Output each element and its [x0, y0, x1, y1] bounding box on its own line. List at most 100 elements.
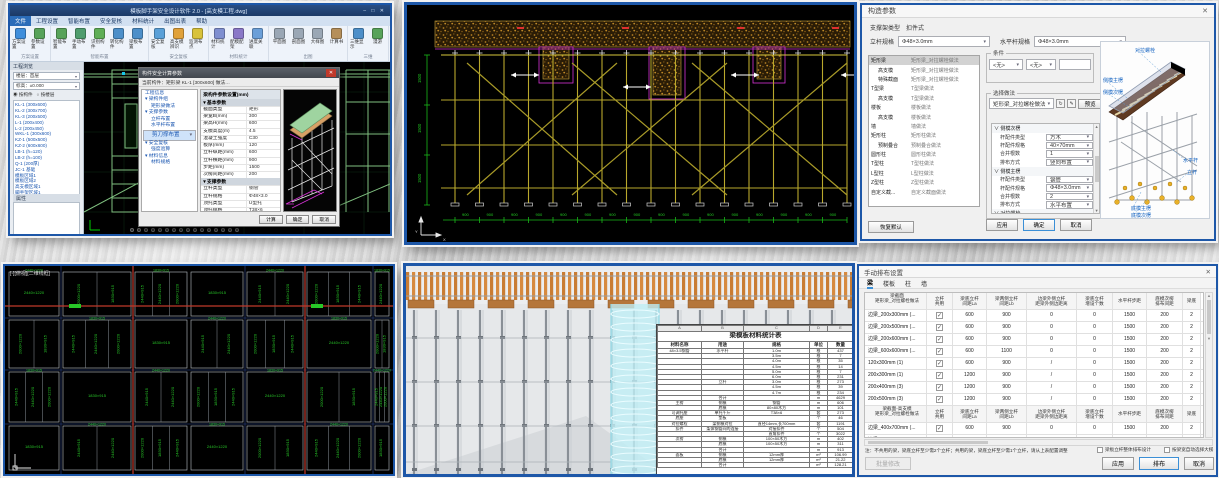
checkbox-icon[interactable]: ✓ [936, 324, 943, 331]
dialog-titlebar[interactable]: 手动排布设置 ✕ [859, 266, 1216, 278]
elevation-canvas[interactable]: 1500150015009009009009009009009009009009… [404, 2, 857, 245]
method-list-row-4[interactable]: 高支模T型梁做法 [869, 94, 979, 103]
ribbon-button-5-1[interactable]: 漫游 [369, 27, 386, 54]
method-list-row-9[interactable]: 预制叠合预制叠合做法 [869, 141, 979, 150]
dialog-titlebar[interactable]: 构件安全计算参数 ✕ [139, 68, 339, 78]
apply-button[interactable]: 应用 [1102, 457, 1134, 470]
prop-value-select[interactable]: 方木 [1046, 134, 1093, 141]
grid-row-0-4[interactable]: 混凝土强度C30 [201, 135, 280, 142]
grid-row-1-3[interactable]: 顶托规格T38×6 [201, 207, 280, 212]
edit-icon[interactable]: ✎ [1067, 99, 1076, 108]
ribbon-button-4-3[interactable]: 计算书 [328, 27, 345, 54]
grid-row-0-2[interactable]: 梁高H(mm)600 [201, 120, 280, 127]
tab-6[interactable]: 帮助 [191, 16, 212, 26]
prop-section-1[interactable]: ∨ 侧模主楞 [992, 167, 1099, 176]
tab-0[interactable]: 文件 [10, 16, 31, 26]
cancel-button[interactable]: 取消 [1184, 457, 1214, 470]
prop-section-0[interactable]: ∨ 侧模次楞 [992, 124, 1099, 133]
data-row-2-1[interactable]: 边梁_500x700mm (...✓60010000015002002 [865, 435, 1203, 438]
tab-墙[interactable]: 墙 [921, 279, 927, 288]
grid-row-0-3[interactable]: 支模高度(m)4.5 [201, 128, 280, 135]
grid-row-0-5[interactable]: 板厚(mm)120 [201, 142, 280, 149]
grid-row-0-1[interactable]: 梁宽B(mm)300 [201, 113, 280, 120]
method-list-row-10[interactable]: 圆形柱圆形柱做法 [869, 150, 979, 159]
data-row-1-5[interactable]: 200x300mm (1)✓1200900/015002002 [865, 370, 1203, 382]
method-select[interactable]: 矩形梁_对拉螺栓做法 [989, 98, 1054, 109]
view-navigation-dots[interactable] [130, 228, 239, 232]
checkbox-icon[interactable]: ✓ [936, 437, 943, 438]
dialog-button-2[interactable]: 取消 [312, 215, 336, 224]
dialog-titlebar[interactable]: 构造参数 ✕ [862, 5, 1214, 18]
prop-value-select[interactable]: 钢管 [1046, 176, 1093, 183]
radio-by-element[interactable]: ◉ 按构件 [13, 92, 33, 98]
radio-by-floor[interactable]: ○ 按楼层 [37, 92, 55, 98]
condition-input[interactable] [1059, 59, 1091, 70]
data-row-2-0[interactable]: 边梁_400x700mm (...✓6009000015002002 [865, 423, 1203, 435]
pole-spec-select[interactable]: Φ48×3.0mm [898, 36, 990, 47]
3d-view-panel[interactable]: ABCDE梁模板材料统计表材料名称用途规格单位数量48×3.5钢管水平杆1.0m… [403, 263, 855, 477]
checkbox-icon[interactable]: ✓ [936, 372, 943, 379]
grid-row-0-7[interactable]: 立杆横距(mm)900 [201, 157, 280, 164]
ribbon-button-1-1[interactable]: 手动布置 [72, 27, 89, 54]
checkbox-icon[interactable]: ✓ [936, 348, 943, 355]
checkbox-icon[interactable]: ✓ [936, 425, 943, 432]
grid-row-0-6[interactable]: 立杆纵距(mm)600 [201, 149, 280, 156]
method-list-row-12[interactable]: L型柱L型柱做法 [869, 169, 979, 178]
apply-button[interactable]: 应用 [986, 219, 1018, 231]
dialog-tree-item-10[interactable]: 材料规格 [143, 160, 196, 166]
method-list-row-6[interactable]: 高支模楼板做法 [869, 112, 979, 121]
ribbon-button-1-2[interactable]: 识别构件 [91, 27, 108, 54]
elevation-combo[interactable]: 标高：±0.000 [13, 82, 80, 90]
ribbon-button-1-4[interactable]: 梁板布置 [129, 27, 146, 54]
grid-row-1-1[interactable]: 立杆规格Φ48×3.0 [201, 193, 280, 200]
ribbon-button-0-0[interactable]: 方案设置 [12, 27, 29, 54]
vertical-scrollbar[interactable]: ▲▼ [1205, 292, 1213, 438]
ok-button[interactable]: 确定 [1023, 219, 1055, 231]
grid-row-1-2[interactable]: 顶托类型U型托 [201, 200, 280, 207]
ribbon-button-1-0[interactable]: 智能布置 [53, 27, 70, 54]
tab-1[interactable]: 工程设置 [31, 16, 63, 26]
refresh-icon[interactable]: ↻ [1056, 99, 1065, 108]
floor-combo[interactable]: 楼层：首层 [13, 72, 80, 80]
ribbon-button-2-1[interactable]: 高支模辨识 [170, 27, 187, 54]
dialog-3d-preview[interactable] [283, 89, 337, 212]
prop-value-select[interactable]: 竖向布置 [1046, 159, 1093, 166]
tab-5[interactable]: 出图出表 [159, 16, 191, 26]
close-icon[interactable]: ✕ [1202, 7, 1208, 15]
condition-select-2[interactable]: <无> [1026, 59, 1056, 70]
preview-button[interactable]: 预览 [1078, 99, 1102, 109]
condition-select-1[interactable]: <无> [989, 59, 1023, 70]
ribbon-button-1-3[interactable]: 转化构件 [110, 27, 127, 54]
prop-value-select[interactable]: 2 [1046, 193, 1093, 200]
close-icon[interactable]: ✕ [1206, 268, 1211, 276]
prop-value-select[interactable]: Φ48×3.0mm [1046, 184, 1093, 191]
close-icon[interactable]: ✕ [326, 69, 336, 77]
checkbox-icon[interactable]: ✓ [936, 396, 943, 403]
checkbox-icon[interactable]: ✓ [936, 360, 943, 367]
window-controls[interactable]: – □ ✕ [363, 8, 386, 14]
method-list-row-7[interactable]: 墙墙做法 [869, 122, 979, 131]
method-list-row-2[interactable]: 特殊截面矩形梁_对拉螺栓做法 [869, 75, 979, 84]
tab-柱[interactable]: 柱 [905, 279, 911, 288]
ribbon-button-5-0[interactable]: 三维显示 [350, 27, 367, 54]
method-list-row-0[interactable]: 矩形梁矩形梁_对拉螺栓做法 [869, 56, 979, 65]
prop-value-select[interactable]: 水平布置 [1046, 201, 1093, 208]
arrange-button[interactable]: 排布 [1139, 457, 1179, 470]
grid-row-0-0[interactable]: 截面类型矩形 [201, 106, 280, 113]
tab-楼板[interactable]: 楼板 [883, 279, 895, 288]
ribbon-button-4-1[interactable]: 剖面图 [290, 27, 307, 54]
ribbon-button-0-1[interactable]: 参数设置 [31, 27, 48, 54]
checkbox-icon[interactable]: ✓ [936, 336, 943, 343]
ribbon-button-4-2[interactable]: 大样图 [309, 27, 326, 54]
data-row-1-4[interactable]: 120x300mm (1)✓600900/015002002 [865, 358, 1203, 370]
ribbon-button-4-0[interactable]: 平面图 [271, 27, 288, 54]
tab-4[interactable]: 材料统计 [127, 16, 159, 26]
checkbox-icon[interactable]: ✓ [936, 384, 943, 391]
dialog-button-0[interactable]: 计算 [259, 215, 283, 224]
method-list-row-13[interactable]: Z型柱Z型柱做法 [869, 178, 979, 187]
plan-canvas[interactable]: 2440×12202440×12202000×12201830×9152440×… [3, 264, 395, 476]
tab-2[interactable]: 智能布置 [63, 16, 95, 26]
ribbon-button-3-2[interactable]: 进度关联 [249, 27, 266, 54]
dialog-button-1[interactable]: 确定 [286, 215, 310, 224]
grid-row-0-8[interactable]: 步距(mm)1500 [201, 164, 280, 171]
